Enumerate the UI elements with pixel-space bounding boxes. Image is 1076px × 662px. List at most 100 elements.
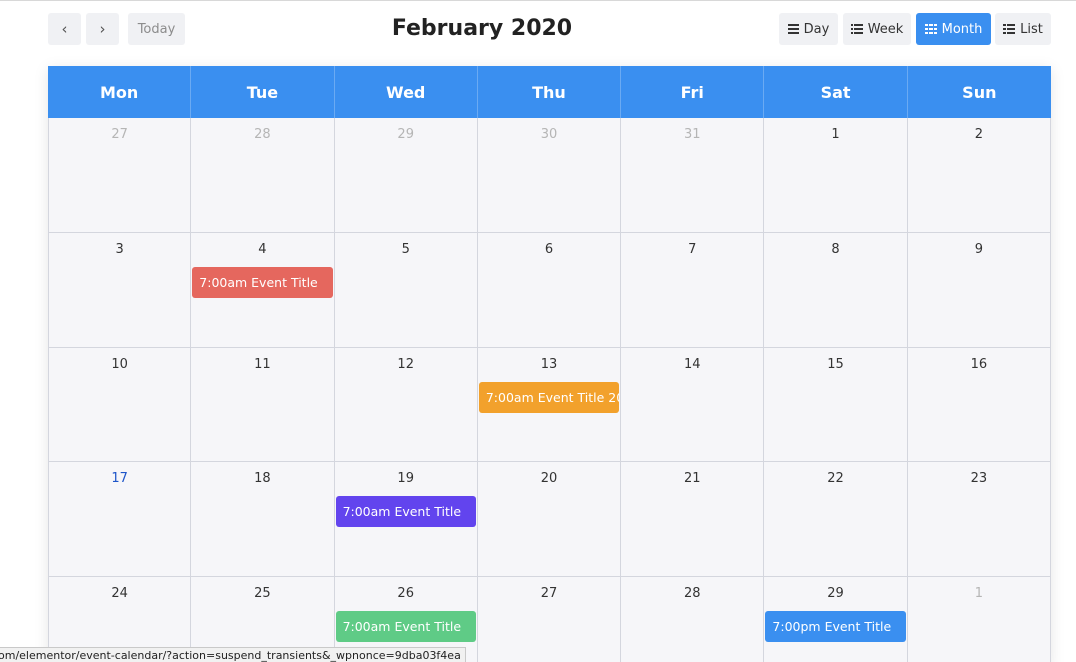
day-cell[interactable]: 1 [908, 577, 1051, 662]
day-cell[interactable]: 22 [764, 462, 908, 578]
day-cell[interactable]: 16 [907, 347, 1051, 463]
calendar-event[interactable]: 7:00pm Event Title [765, 611, 906, 643]
day-number[interactable]: 3 [49, 242, 190, 257]
day-number[interactable]: 6 [478, 242, 620, 257]
day-number[interactable]: 29 [764, 586, 906, 601]
day-number[interactable]: 13 [478, 357, 620, 372]
day-number[interactable]: 28 [191, 127, 333, 142]
day-cell[interactable]: 10 [48, 347, 192, 463]
chevron-right-icon: › [99, 20, 106, 38]
day-number[interactable]: 27 [49, 127, 190, 142]
calendar-event[interactable]: 7:00am Event Title [335, 496, 476, 528]
day-number[interactable]: 7 [621, 242, 763, 257]
day-number[interactable]: 2 [908, 127, 1050, 142]
day-cell[interactable]: 12 [334, 347, 478, 463]
calendar-event[interactable]: 7:00am Event Title [335, 611, 476, 643]
day-cell[interactable]: 23 [907, 462, 1051, 578]
chevron-left-icon: ‹ [61, 20, 68, 38]
day-cell[interactable]: 31 [621, 118, 765, 233]
day-cell[interactable]: 14 [621, 347, 765, 463]
weekday-fri: Fri [621, 66, 765, 118]
day-number[interactable]: 1 [764, 127, 906, 142]
list-lines-icon [787, 24, 799, 34]
day-cell[interactable]: 30 [477, 118, 622, 233]
day-number[interactable]: 14 [621, 357, 763, 372]
day-cell[interactable]: 21 [621, 462, 765, 578]
day-number[interactable]: 25 [191, 586, 333, 601]
day-cell[interactable]: 28 [621, 577, 765, 662]
day-cell[interactable]: 28 [191, 118, 335, 233]
day-number[interactable]: 29 [335, 127, 477, 142]
day-cell[interactable]: 29 7:00pm Event Title [764, 577, 908, 662]
view-month-label: Month [941, 21, 983, 37]
weekday-sat: Sat [764, 66, 908, 118]
day-number[interactable]: 24 [49, 586, 190, 601]
day-cell[interactable]: 18 [191, 462, 335, 578]
view-list-button[interactable]: List [995, 13, 1051, 45]
day-number[interactable]: 28 [621, 586, 763, 601]
view-week-button[interactable]: Week [843, 13, 911, 45]
day-cell[interactable]: 9 [907, 232, 1051, 348]
weekday-thu: Thu [478, 66, 622, 118]
day-number[interactable]: 4 [191, 242, 333, 257]
day-cell[interactable]: 15 [764, 347, 908, 463]
view-list-label: List [1020, 21, 1043, 37]
day-cell[interactable]: 27 [478, 577, 622, 662]
day-cell[interactable]: 5 [334, 232, 478, 348]
weekday-sun: Sun [962, 82, 997, 102]
day-number[interactable]: 21 [621, 471, 763, 486]
day-cell[interactable]: 13 7:00am Event Title 2020 [477, 347, 622, 463]
view-week-label: Week [867, 21, 904, 37]
day-number[interactable]: 10 [49, 357, 190, 372]
day-cell[interactable]: 7 [621, 232, 765, 348]
day-cell[interactable]: 29 [334, 118, 478, 233]
calendar-page: ‹ › Today February 2020 Day Week Month L… [0, 0, 1076, 662]
day-cell[interactable]: 8 [764, 232, 908, 348]
window-top-border [0, 0, 1076, 1]
month-calendar: Mon Tue Wed Thu Fri Sat Sun 27 28 29 30 31 1 2… [48, 66, 1051, 662]
day-cell[interactable]: 2 [907, 118, 1051, 233]
day-number[interactable]: 1 [908, 586, 1050, 601]
prev-month-button[interactable]: ‹ [48, 13, 81, 45]
day-number[interactable]: 22 [764, 471, 906, 486]
day-number[interactable]: 30 [478, 127, 620, 142]
day-number[interactable]: 5 [335, 242, 477, 257]
day-number[interactable]: 27 [478, 586, 620, 601]
status-bar-url: om/elementor/event-calendar/?action=susp… [0, 647, 466, 662]
view-month-button[interactable]: Month [916, 13, 991, 45]
day-cell[interactable]: 4 7:00am Event Title [191, 232, 335, 348]
list-bullets-icon [850, 24, 863, 34]
day-cell[interactable]: 17 [48, 462, 192, 578]
day-number[interactable]: 23 [908, 471, 1050, 486]
day-number[interactable]: 9 [908, 242, 1050, 257]
day-number[interactable]: 15 [764, 357, 906, 372]
day-cell[interactable]: 11 [191, 347, 335, 463]
day-number[interactable]: 19 [335, 471, 477, 486]
today-button[interactable]: Today [128, 13, 185, 45]
list-detail-icon [1003, 24, 1016, 34]
day-grid: 27 28 29 30 31 1 2 3 4 7:00am Event Title 5 6 7 8 9 10 1… [48, 118, 1051, 662]
day-number[interactable]: 8 [764, 242, 906, 257]
day-cell[interactable]: 27 [48, 118, 192, 233]
calendar-event[interactable]: 7:00am Event Title 2020 [478, 381, 620, 413]
day-number[interactable]: 26 [335, 586, 477, 601]
view-day-label: Day [803, 21, 830, 37]
day-number[interactable]: 18 [191, 471, 333, 486]
calendar-event[interactable]: 7:00am Event Title [192, 266, 333, 298]
day-number[interactable]: 31 [621, 127, 763, 142]
view-day-button[interactable]: Day [779, 13, 838, 45]
day-number[interactable]: 16 [908, 357, 1050, 372]
day-cell[interactable]: 19 7:00am Event Title [334, 462, 478, 578]
day-cell[interactable]: 6 [477, 232, 622, 348]
day-cell[interactable]: 1 [764, 118, 908, 233]
day-cell[interactable]: 3 [48, 232, 192, 348]
day-number[interactable]: 11 [191, 357, 333, 372]
day-number[interactable]: 12 [335, 357, 477, 372]
calendar-title: February 2020 [391, 16, 573, 41]
next-month-button[interactable]: › [86, 13, 119, 45]
day-number[interactable]: 20 [478, 471, 620, 486]
weekday-mon: Mon [48, 66, 192, 118]
day-cell[interactable]: 20 [477, 462, 622, 578]
weekday-wed: Wed [335, 66, 478, 118]
today-day-number[interactable]: 17 [49, 471, 190, 486]
